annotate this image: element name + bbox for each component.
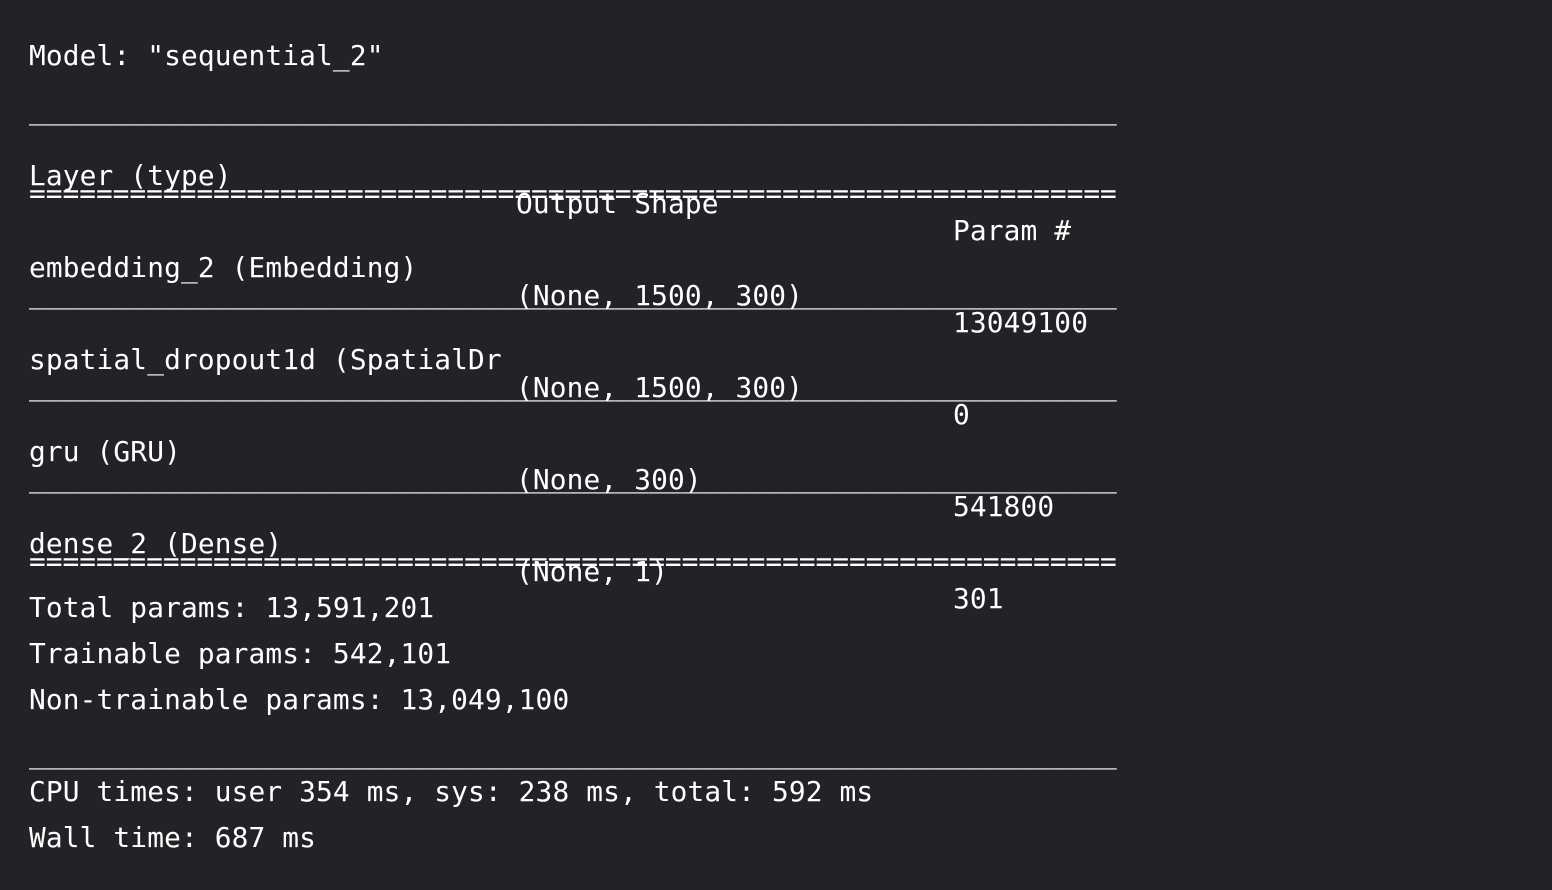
separator-dash: ________________________________________… (29, 369, 1117, 402)
layer-params: 13049100 (953, 306, 1089, 340)
total-params: Total params: 13,591,201 (29, 591, 435, 624)
layer-params: 541800 (953, 490, 1055, 524)
trainable-params: Trainable params: 542,101 (29, 637, 452, 670)
layer-params: 301 (953, 582, 1004, 616)
non-trainable-params: Non-trainable params: 13,049,100 (29, 683, 570, 716)
layer-params: 0 (953, 398, 970, 432)
separator-dash: ________________________________________… (29, 737, 1117, 770)
header-param: Param # (953, 214, 1072, 248)
cell-output: Model: "sequential_2" __________________… (0, 0, 1552, 890)
cpu-times: CPU times: user 354 ms, sys: 238 ms, tot… (29, 775, 874, 808)
separator-equals: ========================================… (29, 177, 1117, 210)
separator-dash: ________________________________________… (29, 461, 1117, 494)
separator-dash: ________________________________________… (29, 277, 1117, 310)
model-name-line: Model: "sequential_2" (29, 39, 384, 72)
wall-time: Wall time: 687 ms (29, 821, 317, 854)
separator-equals: ========================================… (29, 545, 1117, 578)
separator-dash: ________________________________________… (29, 93, 1117, 126)
